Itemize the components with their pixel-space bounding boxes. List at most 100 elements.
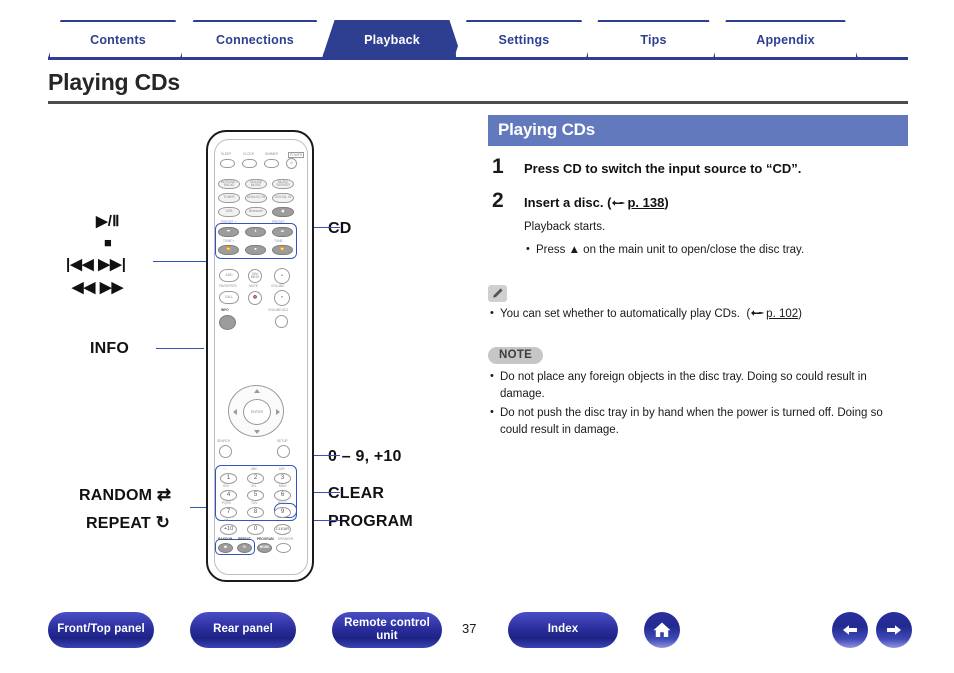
- arrow-right-icon[interactable]: [876, 612, 912, 648]
- tab-contents[interactable]: Contents: [48, 20, 188, 58]
- keypad-button-3[interactable]: 3: [274, 473, 291, 484]
- arrow-left-icon[interactable]: [832, 612, 868, 648]
- remote-button-skip-back[interactable]: ⏮: [218, 227, 239, 237]
- remote-button-program-mode[interactable]: MODE: [257, 543, 272, 553]
- remote-label-info: INFO: [221, 308, 229, 312]
- rear-panel-button[interactable]: Rear panel: [190, 612, 296, 648]
- keypad-button-6[interactable]: 6: [274, 490, 291, 501]
- remote-button-repeat[interactable]: ↻: [237, 543, 252, 553]
- remote-button-digital-in[interactable]: DIGITAL IN: [272, 193, 294, 203]
- remote-control-figure: ▶/Ⅱ ■ |◀◀ ▶▶| ◀◀ ▶▶ INFO CD 0 – 9, +10 C…: [48, 115, 478, 585]
- navigation-pad[interactable]: ENTER: [228, 385, 284, 437]
- pointing-hand-icon: [611, 195, 626, 213]
- keypad-button-plus10[interactable]: +10: [220, 524, 237, 535]
- nav-right-icon[interactable]: [276, 409, 280, 415]
- list-item: Press ▲ on the main unit to open/close t…: [524, 241, 908, 259]
- remote-label-dimmer: DIMMER: [265, 152, 278, 156]
- remote-button-music-server[interactable]: MUSIC SERVER: [272, 179, 294, 189]
- title-divider: [48, 101, 908, 104]
- memo-page-link[interactable]: p. 102: [766, 308, 798, 320]
- list-item: Do not place any foreign objects in the …: [488, 368, 908, 404]
- remote-button-analog-in[interactable]: ANALOG IN: [245, 193, 267, 203]
- remote-label-preset-down: PRESET -: [272, 220, 287, 224]
- nav-left-icon[interactable]: [233, 409, 237, 415]
- page-title: Playing CDs: [48, 69, 181, 95]
- keypad-sub-8: TUV: [251, 501, 258, 505]
- manual-page: Contents Connections Playback Settings Tips A…: [0, 0, 954, 673]
- remote-button-speaker[interactable]: [276, 543, 291, 553]
- remote-control-unit-button[interactable]: Remote control unit: [332, 612, 442, 648]
- remote-button-volume-adj[interactable]: [275, 315, 288, 328]
- remote-label-setup: SETUP: [277, 439, 288, 443]
- callout-stop: ■: [104, 235, 113, 250]
- remote-button-setup[interactable]: [277, 445, 290, 458]
- remote-button-dimming[interactable]: DIM MING: [248, 269, 262, 283]
- remote-button-cd[interactable]: ◉: [272, 207, 294, 217]
- remote-button-mute[interactable]: 🔇: [248, 291, 262, 305]
- keypad-button-8[interactable]: 8: [247, 507, 264, 518]
- remote-button-play-pause[interactable]: ⏵: [245, 227, 266, 237]
- tab-playback[interactable]: Playback: [322, 20, 462, 58]
- remote-button-enter[interactable]: ENTER: [243, 399, 271, 425]
- index-button[interactable]: Index: [508, 612, 618, 648]
- remote-label-favorites: FAVORITES: [219, 284, 237, 288]
- callout-numbers: 0 – 9, +10: [328, 448, 402, 465]
- tab-connections[interactable]: Connections: [180, 20, 330, 58]
- pencil-icon: [488, 285, 507, 303]
- remote-button-dimmer[interactable]: [264, 159, 279, 168]
- remote-button-bluetooth[interactable]: Bluetooth: [245, 207, 267, 217]
- keypad-button-0[interactable]: 0: [247, 524, 264, 535]
- keypad-button-7[interactable]: 7: [220, 507, 237, 518]
- tab-tips[interactable]: Tips: [586, 20, 721, 58]
- nav-down-icon[interactable]: [254, 430, 260, 434]
- leader-line-numbers: [310, 455, 340, 457]
- nav-up-icon[interactable]: [254, 389, 260, 393]
- remote-label-mute: MUTE: [249, 284, 259, 288]
- remote-button-internet-radio[interactable]: INTERNET RADIO: [218, 179, 240, 189]
- content-panel: Playing CDs 1 Press CD to switch the inp…: [488, 115, 908, 442]
- front-top-panel-button[interactable]: Front/Top panel: [48, 612, 154, 648]
- tab-settings[interactable]: Settings: [454, 20, 594, 58]
- remote-button-stop[interactable]: ■: [245, 245, 266, 255]
- remote-button-sleep[interactable]: [220, 159, 235, 168]
- remote-button-usb[interactable]: USB: [218, 207, 240, 217]
- tab-appendix[interactable]: Appendix: [713, 20, 858, 58]
- remote-label-speaker: SPEAKER: [278, 537, 294, 541]
- remote-button-info[interactable]: [219, 315, 236, 330]
- remote-button-rewind[interactable]: ⏪: [218, 245, 239, 255]
- step-2-body: Playback starts.: [524, 221, 606, 234]
- keypad-button-clear[interactable]: CLEAR: [274, 524, 291, 535]
- remote-label-volume: VOLUME: [271, 284, 285, 288]
- remote-button-tuner[interactable]: TUNER: [218, 193, 240, 203]
- tab-underline: [48, 57, 908, 60]
- remote-button-call[interactable]: CALL: [219, 291, 239, 304]
- memo-page-reference[interactable]: (p. 102): [743, 308, 802, 320]
- remote-button-search[interactable]: [219, 445, 232, 458]
- remote-button-skip-forward[interactable]: ⏭: [272, 227, 293, 237]
- keypad-button-4[interactable]: 4: [220, 490, 237, 501]
- keypad-button-9[interactable]: 9: [274, 507, 291, 518]
- step-1-number: 1: [492, 155, 504, 178]
- callout-random: RANDOM ⇄: [79, 485, 172, 504]
- leader-line-cd: [310, 227, 340, 229]
- step-2-page-link[interactable]: p. 138: [627, 195, 664, 210]
- remote-label-random: RANDOM: [218, 537, 233, 541]
- keypad-button-1[interactable]: 1: [220, 473, 237, 484]
- keypad-button-5[interactable]: 5: [247, 490, 264, 501]
- remote-button-clock[interactable]: [242, 159, 257, 168]
- remote-button-add[interactable]: ADD: [219, 269, 239, 282]
- keypad-sub-3: DEF: [279, 467, 286, 471]
- home-icon[interactable]: [644, 612, 680, 648]
- remote-button-volume-down[interactable]: ▼: [274, 290, 290, 306]
- list-item: Do not push the disc tray in by hand whe…: [488, 404, 908, 440]
- remote-button-random[interactable]: ⇄: [218, 543, 233, 553]
- step-2-page-reference[interactable]: (p. 138): [607, 195, 669, 210]
- step-2-bullets: Press ▲ on the main unit to open/close t…: [524, 241, 908, 259]
- remote-button-fast-forward[interactable]: ⏩: [272, 245, 293, 255]
- remote-label-tune-up: TUNE +: [223, 239, 235, 243]
- keypad-button-2[interactable]: 2: [247, 473, 264, 484]
- remote-button-volume-up[interactable]: ▲: [274, 268, 290, 284]
- step-2-title-text: Insert a disc.: [524, 195, 604, 211]
- remote-button-online-music[interactable]: ONLINE MUSIC: [245, 179, 267, 189]
- remote-button-power[interactable]: ⏻: [286, 158, 297, 169]
